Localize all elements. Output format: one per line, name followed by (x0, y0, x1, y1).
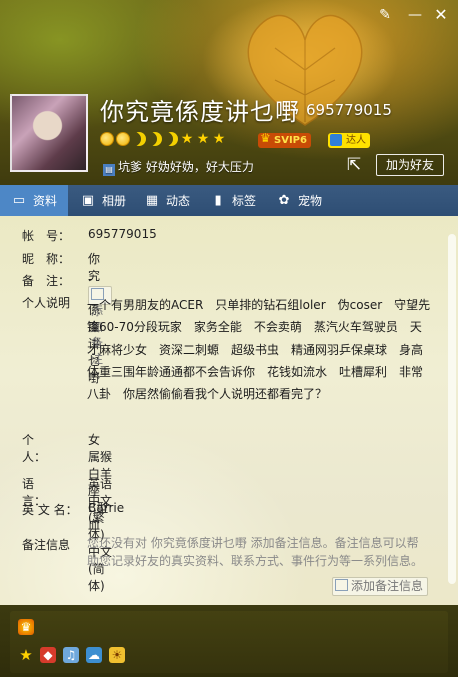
feed-grid-icon: ▦ (145, 192, 159, 208)
profile-content: 帐 号： 695779015 昵 称： 你究竟係度讲乜嘢 备 注： - 添加备注… (0, 216, 458, 605)
sun-level-icon (116, 132, 130, 146)
signature-icon: ▤ (103, 164, 115, 176)
moon-level-icon (148, 132, 162, 146)
nickname-title: 你究竟係度讲乜嘢 (100, 98, 300, 126)
tab-pet[interactable]: ✿ 宠物 (266, 185, 332, 216)
music-icon[interactable]: ♫ (63, 647, 79, 663)
paw-pet-icon: ✿ (278, 192, 290, 208)
tab-profile[interactable]: ▭ 资料 (0, 185, 68, 216)
signature-text: 好妫好妫，好大压力 (145, 160, 254, 174)
star-icon[interactable]: ★ (18, 647, 34, 663)
signature: ▤ 坑爹 好妫好妫，好大压力 (103, 158, 254, 176)
qq-level-icons[interactable]: ★ ★ ★ (100, 132, 226, 146)
add-remark-info-button[interactable]: 添加备注信息 (332, 577, 429, 596)
skin-brush-icon[interactable]: ✎ (376, 6, 394, 24)
qq-show-icon[interactable]: ♛ (18, 619, 34, 635)
minimize-button[interactable]: — (406, 6, 424, 24)
close-button[interactable]: ✕ (432, 6, 450, 24)
note-icon (335, 579, 348, 591)
signature-prefix: 坑爹 (118, 160, 143, 174)
sun-level-icon (100, 132, 114, 146)
qq-number: 695779015 (306, 101, 392, 119)
add-friend-button[interactable]: 加为好友 (376, 154, 444, 176)
share-icon[interactable]: ⇱ (344, 155, 364, 175)
tab-album[interactable]: ▣ 相册 (68, 185, 136, 216)
bottom-service-bar: ♛ ★ ◆ ♫ ☁ ☀ (0, 605, 458, 677)
service-icons-panel: ♛ ★ ◆ ♫ ☁ ☀ (10, 611, 448, 673)
personal-description: 一个有男朋友的ACER 只单排的钻石组loler 伪coser 守望先锋60-7… (87, 298, 431, 402)
star-level-icon: ★ (212, 131, 226, 147)
avatar[interactable] (10, 94, 88, 172)
star-level-icon: ★ (180, 131, 194, 147)
star-level-icon: ★ (196, 131, 210, 147)
sun-service-icon[interactable]: ☀ (109, 647, 125, 663)
remark-info-text: 您还没有对 你究竟係度讲乜嘢 添加备注信息。备注信息可以帮助您记录好友的真实资料… (87, 536, 424, 568)
daren-badge[interactable]: 达人 (328, 133, 370, 148)
tab-bar: ▭ 资料 ▣ 相册 ▦ 动态 ▮ 标签 ✿ 宠物 (0, 185, 458, 216)
moon-level-icon (132, 132, 146, 146)
scrollbar[interactable] (448, 234, 456, 584)
game-icon[interactable]: ◆ (40, 647, 56, 663)
moon-level-icon (164, 132, 178, 146)
tab-tags[interactable]: ▮ 标签 (200, 185, 266, 216)
profile-header: ✎ — ✕ 你究竟係度讲乜嘢 695779015 ★ ★ ★ ♛ SVIP6 达… (0, 0, 458, 185)
crown-icon: ♛ (260, 131, 271, 145)
daren-icon (330, 134, 342, 146)
cloud-icon[interactable]: ☁ (86, 647, 102, 663)
profile-card-icon: ▭ (12, 192, 26, 208)
svip-badge[interactable]: ♛ SVIP6 (258, 131, 311, 148)
photo-album-icon: ▣ (81, 192, 95, 208)
bookmark-tag-icon: ▮ (214, 192, 222, 208)
tab-feed[interactable]: ▦ 动态 (136, 185, 200, 216)
